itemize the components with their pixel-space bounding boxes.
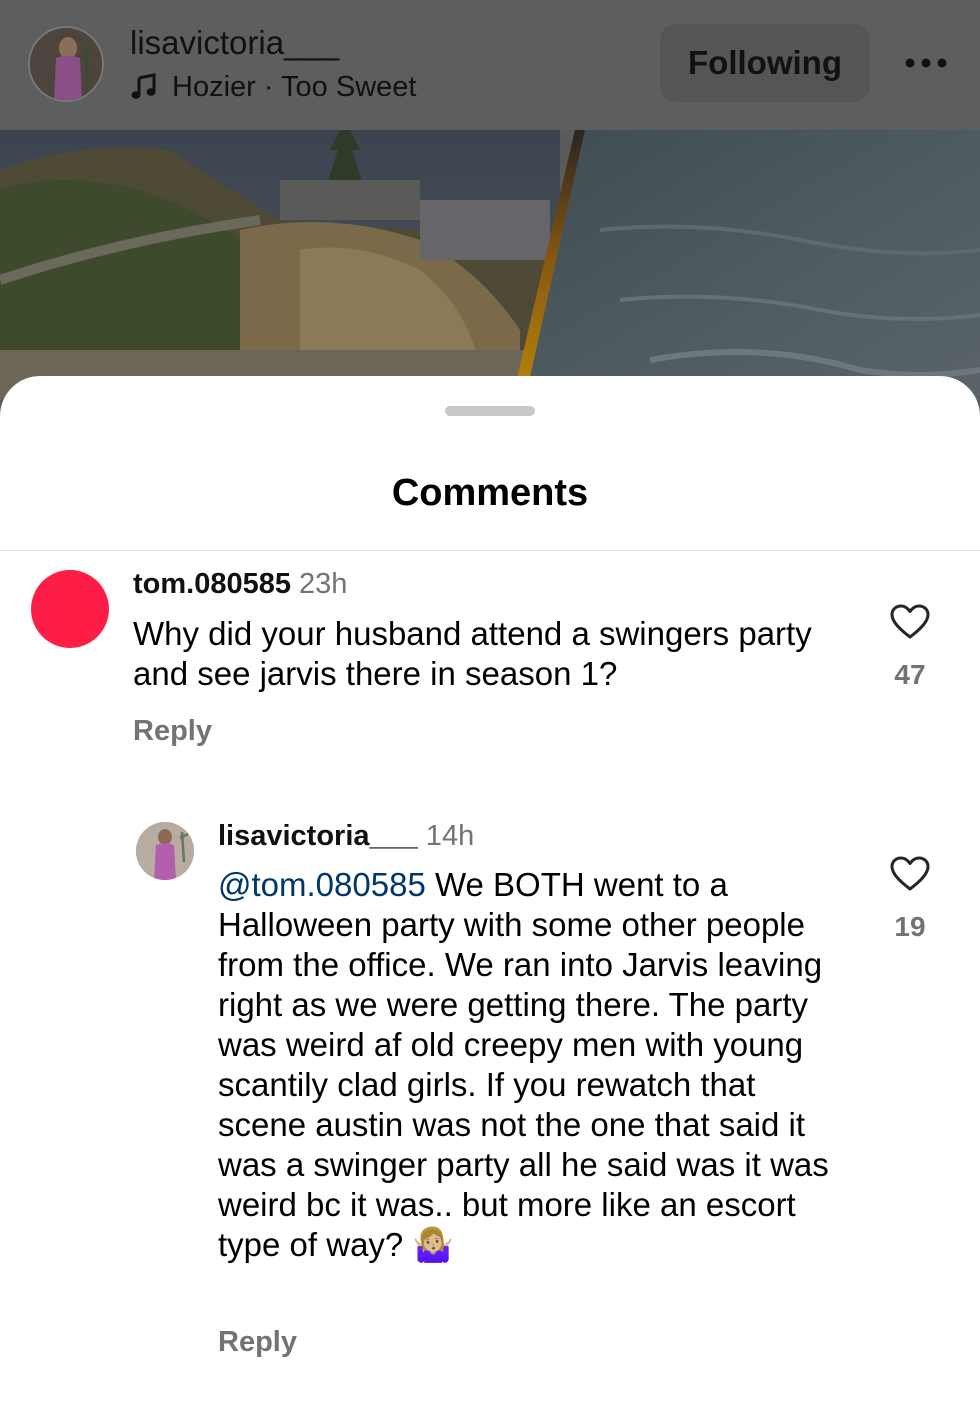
comment-text: @tom.080585 We BOTH went to a Halloween … xyxy=(218,865,838,1265)
comment-meta: lisavictoria___ 14h xyxy=(218,820,474,853)
avatar[interactable] xyxy=(136,822,194,880)
reel-video-frame xyxy=(0,130,980,400)
like-button[interactable]: 19 xyxy=(880,856,940,943)
avatar[interactable] xyxy=(28,26,104,102)
music-title: Hozier · Too Sweet xyxy=(172,70,417,103)
following-button[interactable]: Following xyxy=(660,24,870,102)
mention-link[interactable]: @tom.080585 xyxy=(218,866,426,903)
comment-username[interactable]: lisavictoria___ xyxy=(218,820,418,852)
heart-icon[interactable] xyxy=(890,856,930,896)
music-note-icon xyxy=(130,73,158,101)
reel-author-username[interactable]: lisavictoria___ xyxy=(130,24,339,62)
comment-time: 14h xyxy=(425,820,475,852)
music-info[interactable]: Hozier · Too Sweet xyxy=(130,70,416,104)
like-count: 19 xyxy=(894,911,926,942)
reply-button[interactable]: Reply xyxy=(218,1326,297,1359)
reel-header: lisavictoria___ Hozier · Too Sweet Follo… xyxy=(0,0,980,130)
comment-body: We BOTH went to a Halloween party with s… xyxy=(218,866,829,1263)
more-icon[interactable] xyxy=(896,40,956,86)
comment-item: lisavictoria___ 14h @tom.080585 We BOTH w… xyxy=(0,376,980,1376)
comments-sheet: Comments tom.080585 23h Why did your husb… xyxy=(0,376,980,1410)
